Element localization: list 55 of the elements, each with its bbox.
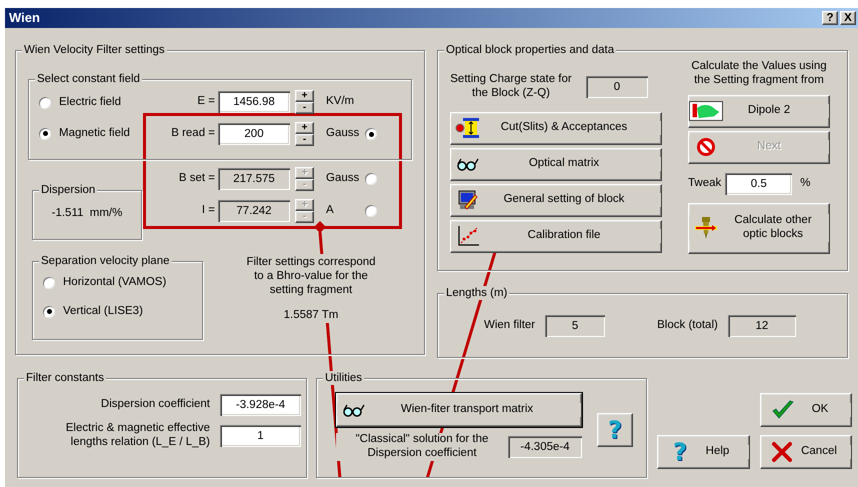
prohibited-icon <box>696 137 716 158</box>
matrix-button[interactable]: Wien-fiter transport matrix <box>336 393 582 427</box>
glasses-icon <box>342 403 366 417</box>
decrement-button[interactable]: - <box>295 134 314 146</box>
magnet-icon <box>689 100 723 122</box>
plot-icon <box>456 224 480 248</box>
title-bar-button[interactable]: ? <box>822 11 838 25</box>
slit-icon <box>455 117 481 140</box>
radio-label[interactable]: Magnetic field <box>59 126 130 141</box>
length-field[interactable]: 5 <box>545 315 606 337</box>
check-icon <box>771 399 795 421</box>
constant-field[interactable]: 1 <box>220 424 301 447</box>
charge-field[interactable]: 0 <box>586 76 648 98</box>
ok-button[interactable]: OK <box>760 393 852 427</box>
title-bar-button[interactable]: X <box>840 11 856 25</box>
increment-button[interactable]: + <box>295 90 314 102</box>
cancel-button[interactable]: Cancel <box>760 435 852 469</box>
length-field[interactable]: 12 <box>728 315 796 337</box>
computer-icon <box>457 189 479 212</box>
group-title: Separation velocity plane <box>39 254 172 268</box>
group-title: Utilities <box>323 371 364 385</box>
radio-button[interactable] <box>43 306 55 318</box>
increment-button[interactable]: + <box>295 122 314 134</box>
glasses-icon <box>456 157 480 172</box>
classical-field[interactable]: -4.305e-4 <box>508 436 582 458</box>
block-button[interactable]: Calibration file <box>450 220 662 253</box>
radio-button[interactable] <box>43 276 55 289</box>
cross-icon <box>771 441 793 463</box>
dispersion-value: -1.511 mm/% <box>50 207 124 221</box>
calculate-button[interactable]: Calculate other optic blocks <box>688 202 830 254</box>
note-text: Calculate the Values using the Setting fragment from <box>690 60 828 88</box>
group-title: Lengths (m) <box>444 286 510 300</box>
help-button[interactable]: ? Help <box>657 435 750 469</box>
note-text: Filter settings correspond to a Bhro-value for the setting fragment <box>245 255 377 298</box>
decrement-button[interactable]: - <box>295 102 314 114</box>
radio-button[interactable] <box>39 96 51 109</box>
radio-label[interactable]: Vertical (LISE3) <box>63 304 143 319</box>
tweak-field[interactable]: 0.5 <box>725 172 792 195</box>
window-title: Wien <box>9 10 41 26</box>
radio-label[interactable]: Horizontal (VAMOS) <box>63 276 166 290</box>
number-field[interactable]: 200 <box>218 123 290 145</box>
bhro-value: 1.5587 Tm <box>282 309 340 324</box>
field-label: Block (total) <box>657 319 718 333</box>
radio-button[interactable] <box>39 128 51 140</box>
group-title: Wien Velocity Filter settings <box>22 43 167 57</box>
block-button[interactable]: General setting of block <box>450 184 662 217</box>
group-title: Dispersion <box>39 183 98 197</box>
group-title: Optical block properties and data <box>444 43 616 57</box>
fragment-button[interactable]: Dipole 2 <box>688 94 830 128</box>
block-button[interactable]: Optical matrix <box>450 148 662 181</box>
constant-field[interactable]: -3.928e-4 <box>220 394 301 416</box>
block-button[interactable]: Cut(Slits) & Acceptances <box>450 112 662 145</box>
radio-button[interactable] <box>365 128 377 140</box>
charge-label: Setting Charge state for the Block (Z-Q) <box>450 73 572 101</box>
number-field[interactable]: 1456.98 <box>218 91 290 113</box>
